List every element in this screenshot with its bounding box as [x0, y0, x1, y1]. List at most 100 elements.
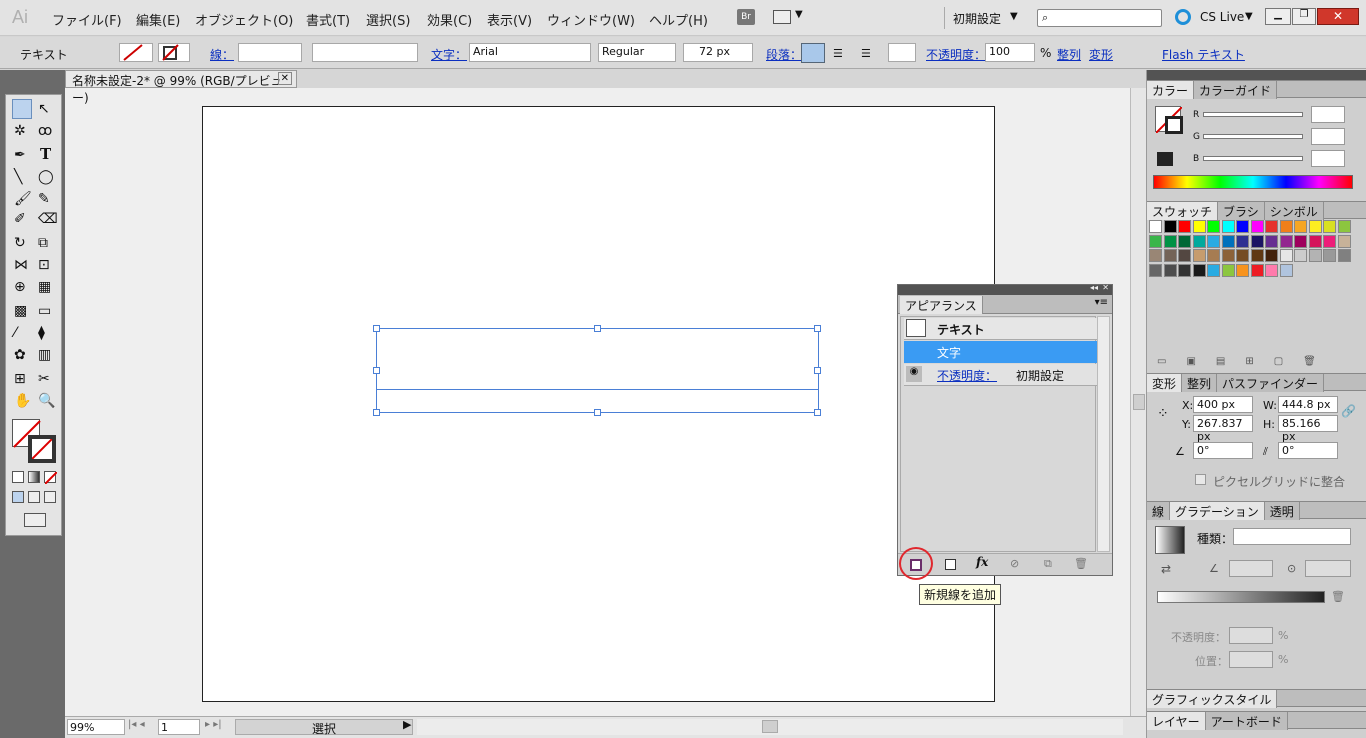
- swatch[interactable]: [1265, 220, 1278, 233]
- selection-handle[interactable]: [814, 367, 821, 374]
- stroke-color-icon[interactable]: [28, 435, 56, 463]
- selection-handle[interactable]: [373, 409, 380, 416]
- selection-handle[interactable]: [373, 367, 380, 374]
- reverse-gradient-icon[interactable]: ⇄: [1161, 562, 1171, 576]
- close-button[interactable]: ✕: [1317, 8, 1359, 25]
- stroke-label[interactable]: 線：: [210, 46, 234, 63]
- swatch[interactable]: [1207, 234, 1220, 248]
- lasso-tool-icon[interactable]: ꝏ: [38, 123, 52, 139]
- trash-icon[interactable]: 🗑: [1331, 590, 1345, 603]
- pencil-tool-icon[interactable]: ✎: [38, 191, 50, 207]
- transform-link[interactable]: 変形: [1089, 46, 1113, 63]
- swatch[interactable]: [1294, 249, 1307, 262]
- reference-point-icon[interactable]: ⁘: [1157, 406, 1175, 424]
- tab-pathfinder[interactable]: パスファインダー: [1217, 374, 1325, 392]
- eye-icon[interactable]: ◉: [906, 366, 922, 382]
- tab-transform[interactable]: 変形: [1147, 374, 1183, 392]
- appearance-row-text[interactable]: テキスト: [904, 318, 1098, 340]
- symbol-sprayer-tool-icon[interactable]: ✿: [14, 347, 26, 363]
- swatch[interactable]: [1279, 234, 1293, 248]
- clear-appearance-icon[interactable]: ⊘: [1010, 557, 1019, 570]
- align-center-button[interactable]: ☰: [833, 47, 843, 60]
- swatch[interactable]: [1250, 234, 1264, 248]
- workspace-switcher[interactable]: 初期設定: [953, 10, 1001, 27]
- shear-input[interactable]: 0°: [1278, 442, 1338, 459]
- artboard-number-select[interactable]: 1: [158, 719, 200, 735]
- tab-swatches[interactable]: スウォッチ: [1147, 202, 1219, 220]
- color-stroke-icon[interactable]: [1165, 116, 1183, 134]
- swatch[interactable]: [1163, 234, 1177, 248]
- ellipse-tool-icon[interactable]: ◯: [38, 169, 54, 185]
- last-color-icon[interactable]: [1157, 152, 1173, 166]
- gradient-tool-icon[interactable]: ▭: [38, 303, 51, 319]
- tab-transparency[interactable]: 透明: [1264, 502, 1300, 520]
- swatch[interactable]: [1236, 220, 1249, 233]
- swatch[interactable]: [1308, 234, 1322, 248]
- align-right-button[interactable]: ☰: [861, 47, 871, 60]
- opacity-link[interactable]: 不透明度：: [937, 367, 997, 384]
- cslive-menu[interactable]: CS Live: [1200, 10, 1244, 24]
- chevron-down-icon[interactable]: ▼: [1245, 11, 1253, 22]
- close-icon[interactable]: ✕: [277, 72, 292, 85]
- swatch[interactable]: [1279, 249, 1293, 262]
- gradient-opacity-input[interactable]: [1229, 627, 1273, 644]
- vertical-scrollbar[interactable]: [1130, 88, 1146, 716]
- swatch[interactable]: [1308, 249, 1322, 262]
- gradient-type-select[interactable]: [1233, 528, 1351, 545]
- artboard-tool-icon[interactable]: ⊞: [14, 371, 26, 387]
- swatch[interactable]: [1149, 234, 1162, 248]
- selection-tool-icon[interactable]: [12, 99, 32, 119]
- menu-object[interactable]: オブジェクト(O): [195, 10, 293, 29]
- swatch[interactable]: [1207, 263, 1220, 277]
- swatch[interactable]: [1192, 263, 1206, 277]
- hand-tool-icon[interactable]: ✋: [14, 393, 31, 409]
- swatch[interactable]: [1221, 220, 1235, 233]
- draw-inside-icon[interactable]: [44, 491, 56, 503]
- swatch[interactable]: [1236, 234, 1249, 248]
- opacity-input[interactable]: 100: [985, 43, 1035, 62]
- gradient-slider[interactable]: [1157, 591, 1325, 603]
- next-artboard-button[interactable]: ▸ ▸|: [205, 719, 222, 730]
- swatch[interactable]: [1163, 249, 1177, 262]
- menu-view[interactable]: 表示(V): [487, 10, 532, 29]
- swatch[interactable]: [1265, 249, 1278, 262]
- r-input[interactable]: [1311, 106, 1345, 123]
- slice-tool-icon[interactable]: ✂: [38, 371, 50, 387]
- swatch[interactable]: [1178, 220, 1191, 233]
- gradient-mode-icon[interactable]: [28, 471, 40, 483]
- fx-icon[interactable]: fx: [976, 555, 988, 569]
- swatch[interactable]: [1221, 263, 1235, 277]
- selection-handle[interactable]: [814, 325, 821, 332]
- chevron-down-icon[interactable]: ▼: [795, 9, 803, 20]
- swatch[interactable]: [1149, 220, 1162, 233]
- tab-artboards[interactable]: アートボード: [1205, 712, 1288, 730]
- tab-align[interactable]: 整列: [1182, 374, 1218, 392]
- tab-layers[interactable]: レイヤー: [1147, 712, 1206, 730]
- swatch[interactable]: [1236, 249, 1249, 262]
- menu-file[interactable]: ファイル(F): [52, 10, 122, 29]
- direct-selection-tool-icon[interactable]: ↖: [38, 101, 50, 117]
- restore-button[interactable]: ❐: [1292, 8, 1316, 25]
- swatch[interactable]: [1178, 249, 1191, 262]
- none-mode-icon[interactable]: [44, 471, 58, 485]
- tab-appearance[interactable]: アピアランス: [900, 296, 983, 314]
- trash-icon[interactable]: 🗑: [1074, 557, 1088, 570]
- w-input[interactable]: 444.8 px: [1278, 396, 1338, 413]
- eraser-tool-icon[interactable]: ⌫: [38, 211, 58, 227]
- aspect-ratio-input[interactable]: [1305, 560, 1351, 577]
- tab-color-guide[interactable]: カラーガイド: [1194, 81, 1278, 99]
- blob-brush-tool-icon[interactable]: ✐: [14, 211, 26, 227]
- dock-grip[interactable]: [1147, 70, 1366, 80]
- text-frame-selection[interactable]: [373, 325, 821, 416]
- swatch[interactable]: [1250, 249, 1264, 262]
- selection-handle[interactable]: [814, 409, 821, 416]
- swatch[interactable]: [1323, 220, 1336, 233]
- font-size-input[interactable]: 72 px: [683, 43, 753, 62]
- swatch[interactable]: [1279, 263, 1293, 277]
- menu-select[interactable]: 選択(S): [366, 10, 410, 29]
- horizontal-scrollbar[interactable]: [417, 719, 1123, 735]
- swatch[interactable]: [1221, 249, 1235, 262]
- mesh-tool-icon[interactable]: ▩: [14, 303, 27, 319]
- y-input[interactable]: 267.837 px: [1193, 415, 1253, 443]
- pixel-grid-checkbox[interactable]: [1195, 474, 1206, 485]
